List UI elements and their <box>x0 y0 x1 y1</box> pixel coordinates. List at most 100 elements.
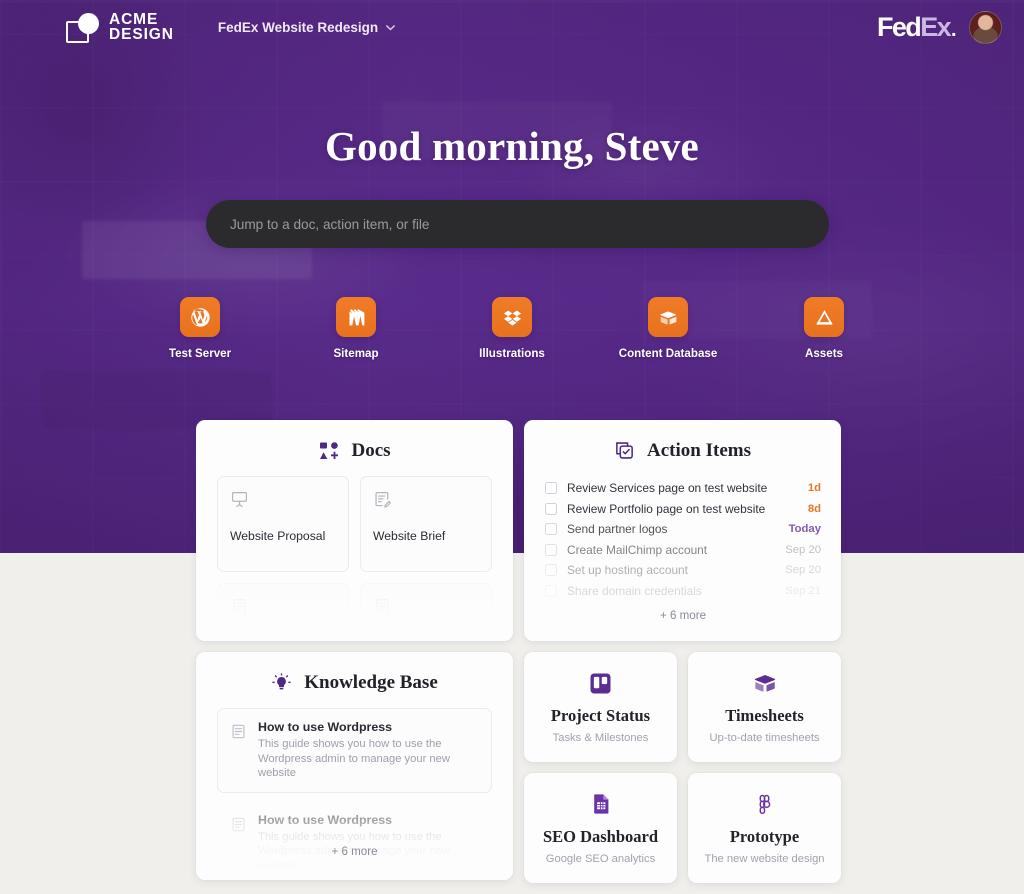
logo-line-design: DESIGN <box>109 25 174 43</box>
search-input[interactable] <box>230 216 805 232</box>
action-item-text: Review Services page on test website <box>567 481 768 496</box>
note-edit-icon <box>373 490 479 514</box>
fedex-logo-fed: Fed <box>877 12 922 42</box>
acme-logo-wordmark: ACME DESIGN <box>109 12 174 43</box>
tool-card-subtitle: Tasks & Milestones <box>552 732 649 744</box>
action-item-text: Create MailChimp account <box>567 542 708 557</box>
airtable-icon <box>648 297 688 337</box>
tool-card-name: Prototype <box>729 827 800 846</box>
action-item-row[interactable]: Create MailChimp account Sep 20 <box>545 540 821 561</box>
docs-card-title: Docs <box>351 440 391 461</box>
presentation-icon <box>230 490 336 514</box>
acme-design-logo[interactable]: ACME DESIGN <box>66 12 174 43</box>
dashboard-card-grid: Docs Website Proposal Website Brief Acti… <box>196 420 841 894</box>
miro-icon <box>336 297 376 337</box>
docs-card: Docs Website Proposal Website Brief <box>196 420 513 641</box>
action-item-row[interactable]: Review Services page on test website 1d <box>545 478 821 499</box>
checkbox-icon[interactable] <box>545 543 557 556</box>
knowledge-base-card-title: Knowledge Base <box>304 672 438 693</box>
top-bar-right-cluster: Fed Ex. <box>877 11 1002 44</box>
checkbox-icon[interactable] <box>545 502 557 515</box>
doc-tile[interactable] <box>360 583 492 641</box>
knowledge-base-more-link[interactable]: + 6 more <box>196 837 513 858</box>
tool-card-prototype[interactable]: Prototype The new website design <box>688 773 841 883</box>
docs-tile-grid: Website Proposal Website Brief <box>196 476 513 641</box>
tool-cards-grid: Project Status Tasks & Milestones Timesh… <box>524 652 841 883</box>
quick-link-assets[interactable]: Assets <box>781 297 867 360</box>
shapes-icon <box>318 440 340 462</box>
action-item-due: Sep 21 <box>785 584 821 597</box>
checkbox-icon[interactable] <box>545 564 557 577</box>
doc-tile[interactable]: Website Brief <box>360 476 492 572</box>
knowledge-base-card-header: Knowledge Base <box>196 652 513 708</box>
article-icon <box>230 816 247 838</box>
doc-tile-name: Website Brief <box>373 529 446 543</box>
quick-link-illustrations[interactable]: Illustrations <box>469 297 555 360</box>
tool-card-subtitle: Google SEO analytics <box>545 853 656 865</box>
quick-link-content-database[interactable]: Content Database <box>619 297 717 360</box>
project-switcher[interactable]: FedEx Website Redesign <box>218 20 396 35</box>
global-search-bar[interactable] <box>206 200 829 248</box>
airtable-box-icon <box>752 670 778 696</box>
checkbox-square-icon <box>614 440 636 462</box>
tool-card-name: Timesheets <box>725 706 804 725</box>
action-item-row[interactable]: Send partner logos Today <box>545 519 821 540</box>
action-item-row[interactable]: Share domain credentials Sep 21 <box>545 581 821 602</box>
action-items-card-header: Action Items <box>524 420 841 476</box>
action-item-text: Send partner logos <box>567 522 668 537</box>
affinity-icon <box>804 297 844 337</box>
action-item-due: 8d <box>807 502 821 515</box>
tool-card-subtitle: The new website design <box>704 853 825 865</box>
fedex-logo-ex: Ex <box>920 12 951 42</box>
quick-link-test-server[interactable]: Test Server <box>157 297 243 360</box>
quick-link-label: Sitemap <box>333 347 379 360</box>
doc-tile-name: Website Proposal <box>230 529 326 543</box>
action-item-due: Sep 20 <box>785 564 821 577</box>
figma-icon <box>753 791 776 817</box>
google-sheets-icon <box>589 791 613 817</box>
quick-link-label: Test Server <box>168 347 232 360</box>
quick-link-label: Assets <box>804 347 844 360</box>
project-switcher-label: FedEx Website Redesign <box>217 20 379 35</box>
fedex-logo-dot: . <box>951 19 957 41</box>
quick-link-label: Content Database <box>618 347 718 360</box>
docs-card-header: Docs <box>196 420 513 476</box>
action-item-due: Sep 20 <box>785 543 821 556</box>
tool-card-subtitle: Up-to-date timesheets <box>709 732 820 744</box>
trello-icon <box>588 670 613 696</box>
tool-card-name: SEO Dashboard <box>542 827 659 846</box>
action-items-list: Review Services page on test website 1d … <box>524 476 841 622</box>
action-items-card-title: Action Items <box>647 440 751 461</box>
acme-logo-mark <box>66 12 100 43</box>
doc-tile[interactable] <box>217 583 349 641</box>
checkbox-icon[interactable] <box>545 523 557 536</box>
document-icon <box>230 597 336 621</box>
tool-card-project-status[interactable]: Project Status Tasks & Milestones <box>524 652 677 762</box>
action-items-more-link[interactable]: + 6 more <box>545 601 821 622</box>
knowledge-base-item[interactable]: How to use Wordpress This guide shows yo… <box>217 708 492 793</box>
checkbox-icon[interactable] <box>545 584 557 597</box>
checkbox-icon[interactable] <box>545 482 557 495</box>
quick-links-row: Test Server Sitemap Illustrations Conten… <box>0 297 1024 360</box>
logo-circle-shape <box>78 12 99 34</box>
greeting-heading: Good morning, Steve <box>325 123 699 169</box>
lightbulb-icon <box>271 672 293 694</box>
tool-card-name: Project Status <box>550 706 651 725</box>
tool-card-timesheets[interactable]: Timesheets Up-to-date timesheets <box>688 652 841 762</box>
action-item-due: Today <box>788 523 821 536</box>
chevron-down-icon <box>385 22 396 33</box>
knowledge-base-item-title: How to use Wordpress <box>258 720 393 734</box>
action-item-row[interactable]: Review Portfolio page on test website 8d <box>545 499 821 520</box>
tool-card-seo-dashboard[interactable]: SEO Dashboard Google SEO analytics <box>524 773 677 883</box>
action-items-card: Action Items Review Services page on tes… <box>524 420 841 641</box>
fedex-client-logo: Fed Ex. <box>877 12 957 42</box>
user-avatar[interactable] <box>969 11 1002 44</box>
document-icon <box>373 597 479 621</box>
action-item-row[interactable]: Set up hosting account Sep 20 <box>545 560 821 581</box>
doc-tile[interactable]: Website Proposal <box>217 476 349 572</box>
top-navigation-bar: ACME DESIGN FedEx Website Redesign Fed Ex… <box>0 0 1024 55</box>
action-item-text: Share domain credentials <box>567 583 702 598</box>
quick-link-sitemap[interactable]: Sitemap <box>313 297 399 360</box>
action-item-text: Set up hosting account <box>567 563 688 578</box>
knowledge-base-item-body: How to use Wordpress This guide shows yo… <box>258 720 479 781</box>
